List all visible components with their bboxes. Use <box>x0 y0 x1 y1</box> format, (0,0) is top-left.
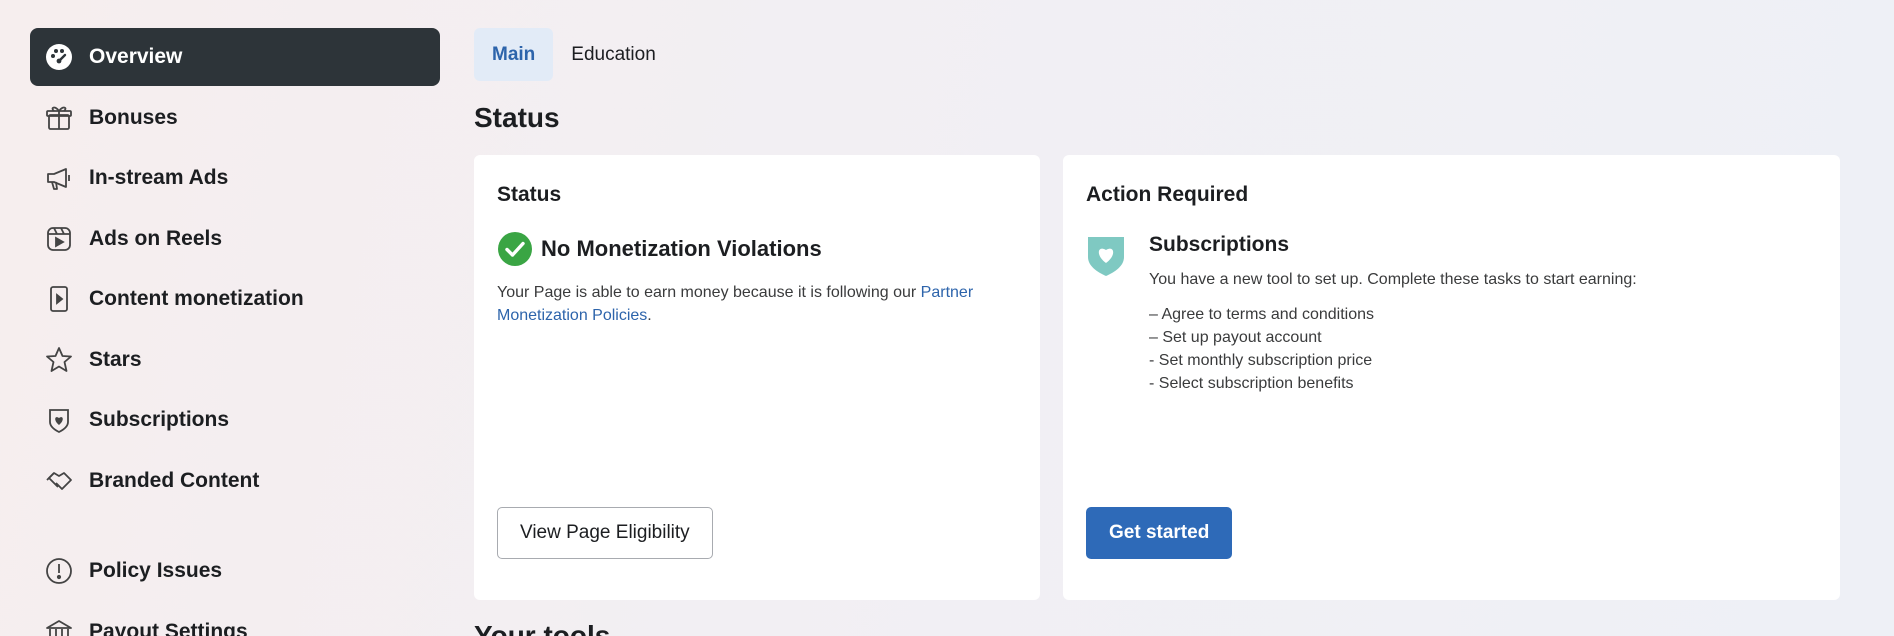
handshake-icon <box>44 466 74 496</box>
get-started-button[interactable]: Get started <box>1086 507 1233 559</box>
subscriptions-task-block: Subscriptions You have a new tool to set… <box>1086 233 1817 395</box>
sidebar: Overview Bonuses In-stream Ads Ads on Re… <box>30 28 440 636</box>
dashboard-icon <box>44 42 74 72</box>
sidebar-item-label: Content monetization <box>89 287 304 310</box>
status-text: No Monetization Violations <box>541 236 822 261</box>
status-description-suffix: . <box>647 307 652 324</box>
status-description: Your Page is able to earn money because … <box>497 281 997 327</box>
sidebar-item-in-stream-ads[interactable]: In-stream Ads <box>30 149 440 207</box>
reels-icon <box>44 224 74 254</box>
subscriptions-description: You have a new tool to set up. Complete … <box>1149 271 1637 288</box>
bank-icon <box>44 617 74 636</box>
star-icon <box>44 345 74 375</box>
main-content: Main Education Status Status No Monetiza… <box>474 28 1840 600</box>
sidebar-item-label: Payout Settings <box>89 619 248 636</box>
heart-shield-icon <box>1088 237 1124 276</box>
sidebar-item-label: Subscriptions <box>89 408 230 431</box>
sidebar-item-label: Stars <box>89 347 142 371</box>
sidebar-item-ads-on-reels[interactable]: Ads on Reels <box>30 210 440 268</box>
list-item: – Set up payout account <box>1149 329 1322 346</box>
sidebar-item-bonuses[interactable]: Bonuses <box>30 89 440 147</box>
sidebar-item-label: In-stream Ads <box>89 166 229 189</box>
tab-main[interactable]: Main <box>474 28 554 81</box>
subscriptions-task-content: Subscriptions You have a new tool to set… <box>1149 233 1637 395</box>
list-item: – Agree to terms and conditions <box>1149 306 1375 323</box>
sidebar-item-label: Policy Issues <box>89 559 223 582</box>
sidebar-item-stars[interactable]: Stars <box>30 331 440 389</box>
status-description-text: Your Page is able to earn money because … <box>497 284 917 301</box>
sidebar-item-subscriptions[interactable]: Subscriptions <box>30 391 440 449</box>
status-card: Status No Monetization Violations Your P… <box>474 155 1040 600</box>
list-item: - Set monthly subscription price <box>1149 352 1373 369</box>
tab-bar: Main Education <box>474 28 1840 81</box>
subscriptions-title: Subscriptions <box>1149 233 1290 256</box>
alert-icon <box>44 556 74 586</box>
sidebar-item-overview[interactable]: Overview <box>30 28 440 86</box>
tab-education[interactable]: Education <box>553 28 674 81</box>
view-page-eligibility-button[interactable]: View Page Eligibility <box>497 507 713 559</box>
heart-shield-icon <box>44 405 74 435</box>
sidebar-item-label: Ads on Reels <box>89 226 223 250</box>
check-circle-icon <box>498 232 532 266</box>
sidebar-item-label: Overview <box>89 45 183 68</box>
gift-icon <box>44 103 74 133</box>
task-list: – Agree to terms and conditions – Set up… <box>1149 303 1637 395</box>
card-row: Status No Monetization Violations Your P… <box>474 155 1840 600</box>
sidebar-item-content-monetization[interactable]: Content monetization <box>30 270 440 328</box>
sidebar-item-label: Bonuses <box>89 105 178 129</box>
content-icon <box>44 284 74 314</box>
sidebar-item-payout-settings[interactable]: Payout Settings <box>30 603 440 636</box>
action-card-title: Action Required <box>1086 183 1249 206</box>
status-card-title: Status <box>497 183 562 206</box>
sidebar-item-policy-issues[interactable]: Policy Issues <box>30 542 440 600</box>
sidebar-item-branded-content[interactable]: Branded Content <box>30 452 440 510</box>
section-title-your-tools: Your tools <box>474 620 611 636</box>
action-required-card: Action Required Subscriptions You have a… <box>1063 155 1840 600</box>
list-item: - Select subscription benefits <box>1149 375 1354 392</box>
sidebar-item-label: Branded Content <box>89 468 260 492</box>
megaphone-icon <box>44 163 74 193</box>
section-title-status: Status <box>474 102 560 133</box>
status-row: No Monetization Violations <box>497 231 1017 267</box>
